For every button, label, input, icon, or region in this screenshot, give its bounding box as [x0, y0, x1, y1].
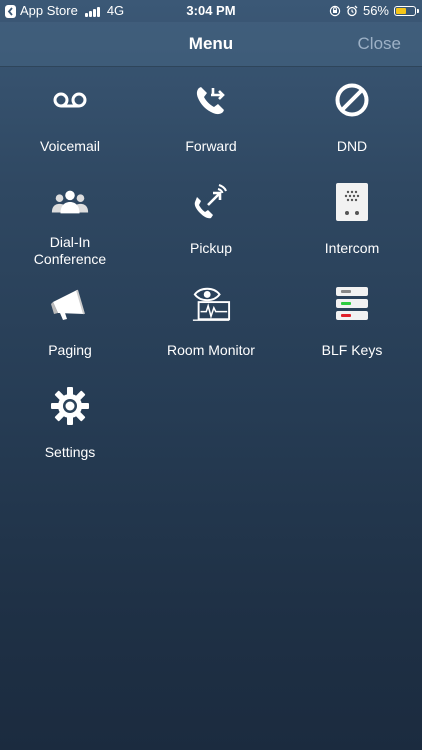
menu-item-label: Dial-In Conference	[0, 234, 140, 268]
menu-item-dial-in-conference[interactable]: Dial-In Conference	[0, 168, 140, 268]
megaphone-icon	[50, 284, 90, 324]
menu-item-label-line2: Conference	[33, 251, 107, 267]
menu-item-room-monitor[interactable]: Room Monitor	[141, 270, 281, 370]
navigation-bar: Menu Close	[0, 22, 422, 67]
menu-item-pickup[interactable]: Pickup	[141, 168, 281, 268]
menu-item-label: Room Monitor	[167, 342, 255, 358]
menu-item-paging[interactable]: Paging	[0, 270, 140, 370]
battery-icon	[394, 6, 419, 16]
do-not-disturb-icon	[332, 80, 372, 120]
menu-item-label: Voicemail	[40, 138, 100, 154]
status-bar: App Store 4G 3:04 PM 56%	[0, 0, 422, 22]
close-button[interactable]: Close	[358, 34, 401, 54]
menu-item-label: Intercom	[324, 240, 380, 256]
rotation-lock-icon	[329, 5, 341, 17]
menu-item-intercom[interactable]: Intercom	[282, 168, 422, 268]
menu-item-label: Paging	[48, 342, 92, 358]
menu-item-label: Forward	[185, 138, 237, 154]
battery-percent: 56%	[362, 3, 389, 18]
menu-item-label: BLF Keys	[321, 342, 383, 358]
menu-item-blf-keys[interactable]: BLF Keys	[282, 270, 422, 370]
menu-item-forward[interactable]: Forward	[141, 66, 281, 166]
menu-item-label-line1: Dial-In	[49, 234, 91, 250]
alarm-icon	[346, 5, 358, 17]
menu-item-label: Settings	[44, 444, 96, 460]
call-pickup-icon	[191, 182, 231, 222]
menu-item-dnd[interactable]: DND	[282, 66, 422, 166]
menu-item-label: DND	[336, 138, 368, 154]
menu-item-voicemail[interactable]: Voicemail	[0, 66, 140, 166]
call-forward-icon	[191, 80, 231, 120]
status-bar-right: 56%	[329, 3, 419, 19]
conference-icon	[50, 182, 90, 222]
voicemail-icon	[50, 80, 90, 120]
battery-level-fill	[396, 8, 407, 14]
intercom-icon	[332, 182, 372, 222]
gear-icon	[50, 386, 90, 426]
menu-item-settings[interactable]: Settings	[0, 372, 140, 472]
room-monitor-icon	[191, 284, 231, 324]
blf-keys-icon	[332, 284, 372, 324]
menu-item-label: Pickup	[189, 240, 233, 256]
